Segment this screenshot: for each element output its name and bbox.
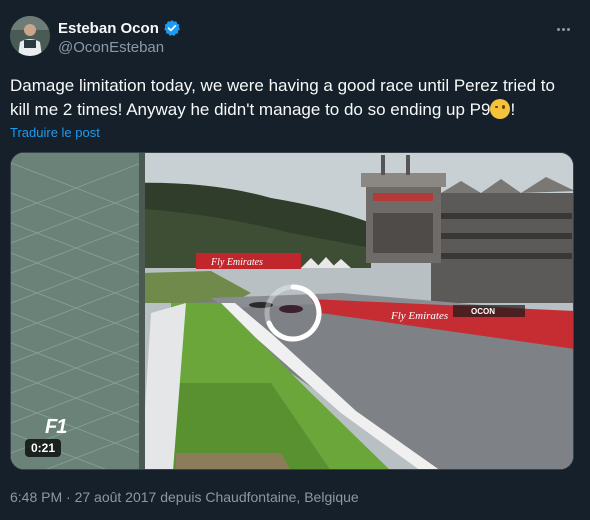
avatar-image xyxy=(10,16,50,56)
video-frame: Fly Emirates Fly Emirates OCON xyxy=(11,153,573,469)
tweet-body: Damage limitation today, we were having … xyxy=(10,76,555,119)
tweet-header: Esteban Ocon @OconEsteban xyxy=(10,16,580,60)
video-player[interactable]: Fly Emirates Fly Emirates OCON F1 0:21 xyxy=(10,152,574,470)
author-name[interactable]: Esteban Ocon xyxy=(58,20,159,37)
verified-badge-icon xyxy=(163,19,181,37)
author-block: Esteban Ocon @OconEsteban xyxy=(58,19,181,56)
banner-text: Fly Emirates xyxy=(210,257,263,268)
avatar[interactable] xyxy=(10,16,50,56)
more-options-icon[interactable] xyxy=(552,18,574,40)
tweet-text: Damage limitation today, we were having … xyxy=(10,74,570,122)
video-duration: 0:21 xyxy=(25,439,62,457)
tweet-timestamp[interactable]: 6:48 PM · 27 août 2017 depuis Chaudfonta… xyxy=(10,489,359,505)
f1-logo: F1 xyxy=(45,416,67,438)
translate-link[interactable]: Traduire le post xyxy=(10,125,100,140)
car-label: OCON xyxy=(471,307,495,316)
winking-face-emoji-icon xyxy=(490,99,511,119)
author-handle[interactable]: @OconEsteban xyxy=(58,39,181,56)
tweet-text-end: ! xyxy=(510,100,516,119)
wall-text: Fly Emirates xyxy=(390,310,448,322)
